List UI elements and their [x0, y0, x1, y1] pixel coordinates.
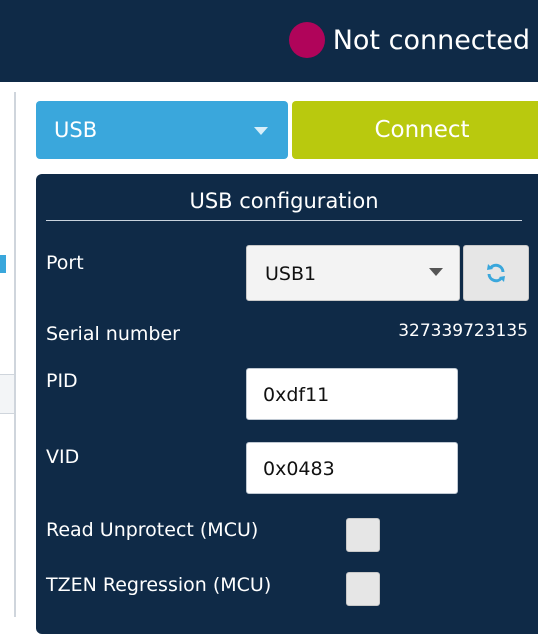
- port-label: Port: [46, 252, 84, 274]
- status-indicator-icon: [288, 22, 325, 58]
- pid-input[interactable]: 0xdf11: [246, 368, 458, 420]
- top-bar: Not connected: [0, 0, 538, 82]
- port-select[interactable]: USB1: [246, 245, 460, 301]
- panel-title: USB configuration: [189, 189, 379, 213]
- interface-select[interactable]: USB: [36, 101, 288, 159]
- tzen-regression-checkbox[interactable]: [346, 572, 380, 606]
- divider: [46, 220, 522, 221]
- port-select-value: USB1: [265, 263, 317, 285]
- serial-number-label: Serial number: [46, 323, 180, 345]
- interface-select-value: USB: [54, 118, 98, 142]
- vid-input[interactable]: 0x0483: [246, 442, 458, 494]
- tzen-regression-label: TZEN Regression (MCU): [46, 574, 272, 596]
- usb-configuration-panel: USB configuration Port USB1 Serial numbe…: [36, 174, 538, 634]
- refresh-icon: [487, 263, 505, 283]
- vid-label: VID: [46, 446, 80, 468]
- connection-status: Not connected: [288, 22, 530, 58]
- serial-number-value: 327339723135: [398, 321, 528, 341]
- read-unprotect-checkbox[interactable]: [346, 518, 380, 552]
- left-panel: [0, 92, 16, 617]
- refresh-button[interactable]: [463, 245, 529, 301]
- chevron-down-icon: [254, 127, 268, 135]
- status-text: Not connected: [332, 24, 530, 56]
- chevron-down-icon: [429, 268, 443, 276]
- left-panel-item: [0, 374, 14, 414]
- left-panel-accent: [0, 255, 6, 273]
- read-unprotect-label: Read Unprotect (MCU): [46, 519, 259, 541]
- pid-label: PID: [46, 370, 78, 392]
- connect-button[interactable]: Connect: [292, 101, 538, 159]
